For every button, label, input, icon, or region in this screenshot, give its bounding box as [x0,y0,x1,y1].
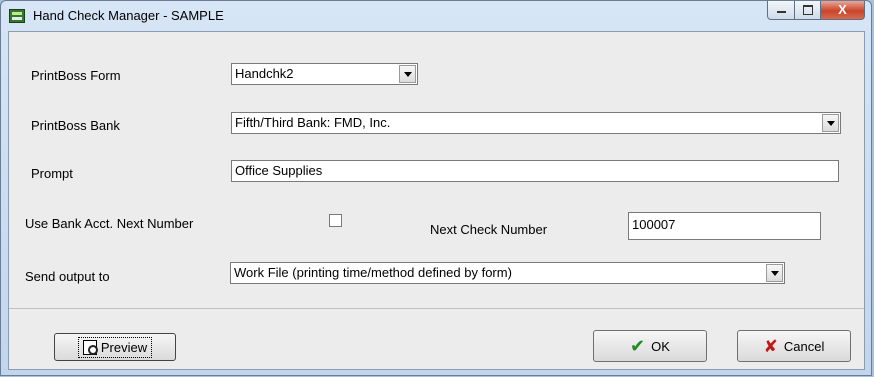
maximize-button[interactable] [795,1,821,20]
next-check-label: Next Check Number [430,222,548,237]
printboss-bank-value: Fifth/Third Bank: FMD, Inc. [235,115,391,130]
caption-buttons: X [767,1,865,21]
preview-button[interactable]: Preview [54,333,176,361]
ok-button[interactable]: ✔ OK [593,330,707,362]
title-bar[interactable]: Hand Check Manager - SAMPLE X [1,1,871,31]
chevron-down-icon[interactable] [822,114,839,132]
printboss-form-value: Handchk2 [235,66,294,81]
send-output-value: Work File (printing time/method defined … [234,265,512,280]
button-divider [9,308,864,309]
next-check-input[interactable]: 100007 [628,212,821,240]
ok-label: OK [651,338,670,354]
preview-label: Preview [100,339,148,355]
cancel-x-icon: ✘ [763,336,778,356]
chevron-down-icon[interactable] [399,65,416,83]
app-icon [9,9,25,23]
minimize-button[interactable] [767,1,795,20]
use-bank-acct-label: Use Bank Acct. Next Number [25,216,194,231]
use-bank-acct-checkbox[interactable] [329,214,342,227]
send-output-label: Send output to [25,269,110,284]
printboss-bank-select[interactable]: Fifth/Third Bank: FMD, Inc. [231,112,841,134]
dialog-window: Hand Check Manager - SAMPLE X PrintBoss … [0,0,872,376]
magnifier-document-icon [82,339,98,355]
cancel-label: Cancel [783,338,825,354]
chevron-down-icon[interactable] [766,264,783,282]
dialog-client-area: PrintBoss Form Handchk2 PrintBoss Bank F… [8,31,865,370]
prompt-input[interactable]: Office Supplies [231,160,839,182]
checkmark-icon: ✔ [630,336,646,356]
printboss-form-label: PrintBoss Form [31,68,121,83]
printboss-form-select[interactable]: Handchk2 [231,63,418,85]
send-output-select[interactable]: Work File (printing time/method defined … [230,262,785,284]
preview-focus: Preview [77,336,153,358]
printboss-bank-label: PrintBoss Bank [31,118,120,133]
cancel-button[interactable]: ✘ Cancel [737,330,851,362]
prompt-label: Prompt [31,166,73,181]
close-button[interactable]: X [821,1,865,20]
window-title: Hand Check Manager - SAMPLE [33,8,224,23]
close-icon: X [838,2,847,17]
